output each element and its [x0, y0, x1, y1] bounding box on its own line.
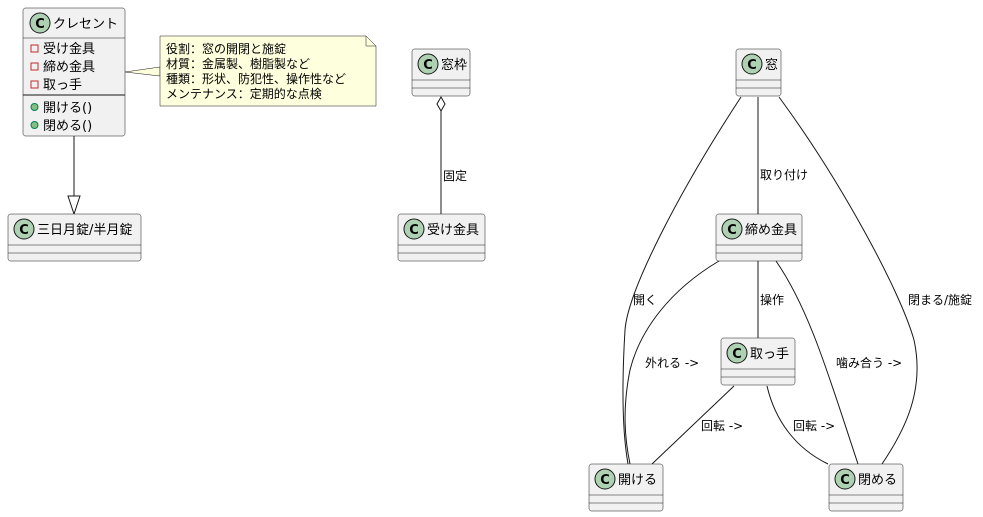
relation-fastener-open: 外れる ->: [624, 260, 720, 465]
class-close[interactable]: C 閉める: [828, 463, 904, 512]
note-line: 役割：窓の開閉と施錠: [166, 41, 286, 56]
note-line: 種類：形状、防犯性、操作性など: [166, 71, 346, 86]
class-stereotype-letter: C: [19, 223, 29, 238]
relation-fastener-handle: 操作: [757, 261, 784, 338]
class-window-frame[interactable]: C 窓枠: [411, 48, 471, 97]
class-attribute: 受け金具: [43, 41, 95, 57]
class-name: 取っ手: [750, 347, 789, 362]
class-receiver[interactable]: C 受け金具: [397, 213, 486, 262]
class-name: 三日月錠/半月錠: [37, 223, 132, 238]
note-line: 材質：金属製、樹脂製など: [166, 56, 310, 71]
note[interactable]: 役割：窓の開閉と施錠 材質：金属製、樹脂製など 種類：形状、防犯性、操作性など …: [159, 35, 377, 107]
relation-label: 操作: [760, 292, 784, 307]
relation-handle-open: 回転 ->: [651, 385, 743, 465]
relation-label: 回転 ->: [701, 419, 743, 433]
relation-label: 閉まる/施錠: [908, 292, 972, 307]
class-stereotype-letter: C: [747, 58, 757, 73]
class-stereotype-letter: C: [600, 473, 610, 488]
relation-label: 開く: [633, 293, 657, 307]
relation-label: 取り付け: [760, 168, 808, 182]
class-handle[interactable]: C 取っ手: [720, 337, 796, 386]
relation-aggregation-frame-receiver: 固定: [436, 95, 467, 214]
relation-label: 固定: [443, 168, 467, 183]
relation-label: 外れる ->: [645, 356, 699, 370]
relation-inheritance-crescent-moon-lock: [67, 136, 81, 216]
class-stereotype-letter: C: [727, 223, 737, 238]
public-visibility-icon: [30, 121, 39, 129]
class-attribute: 締め金具: [43, 59, 95, 75]
class-name: 締め金具: [745, 222, 797, 238]
relation-label: 回転 ->: [793, 419, 835, 433]
class-name: クレセント: [53, 17, 118, 32]
class-fastener[interactable]: C 締め金具: [715, 213, 803, 262]
class-name: 開ける: [618, 473, 657, 488]
class-stereotype-letter: C: [423, 58, 433, 73]
class-method: 開ける(): [43, 101, 92, 116]
relation-handle-close: 回転 ->: [766, 385, 835, 465]
simple-classes-layer: C 三日月錠/半月錠C 窓枠C 受け金具C 窓C 締め金具C 取っ手C 開ける C 閉める: [7, 48, 904, 512]
class-crescent[interactable]: C クレセント 受け金具 締め金具 取っ手 開ける() 閉める(): [22, 7, 126, 137]
note-connector: [124, 66, 161, 77]
class-stereotype-letter: C: [732, 347, 742, 362]
aggregation-diamond-icon: [436, 95, 446, 113]
class-stereotype-letter: C: [840, 473, 850, 488]
relations-layer: 固定 取り付け 開く 閉まる/施錠 操作 外れる -> 噛み合う -> 回転 -…: [67, 66, 972, 465]
class-method: 閉める(): [43, 119, 92, 134]
relation-window-fastener: 取り付け: [757, 97, 808, 214]
class-stereotype-letter: C: [35, 17, 45, 32]
class-window[interactable]: C窓: [735, 48, 782, 97]
class-name: 窓: [765, 57, 778, 73]
class-moon-lock[interactable]: C 三日月錠/半月錠: [7, 213, 142, 262]
note-line: メンテナンス：定期的な点検: [166, 86, 322, 101]
class-attribute: 取っ手: [43, 78, 82, 93]
class-name: 閉める: [858, 473, 897, 488]
class-diagram: 固定 取り付け 開く 閉まる/施錠 操作 外れる -> 噛み合う -> 回転 -…: [7, 7, 972, 512]
relation-window-open: 開く: [622, 96, 742, 465]
public-visibility-icon: [30, 103, 39, 111]
class-name: 窓枠: [441, 57, 467, 73]
class-name: 受け金具: [427, 222, 479, 238]
relation-window-close: 閉まる/施錠: [778, 96, 972, 465]
class-open[interactable]: C 開ける: [588, 463, 664, 512]
inheritance-arrowhead-icon: [67, 195, 81, 216]
relation-label: 噛み合う ->: [836, 355, 902, 370]
class-stereotype-letter: C: [409, 223, 419, 238]
